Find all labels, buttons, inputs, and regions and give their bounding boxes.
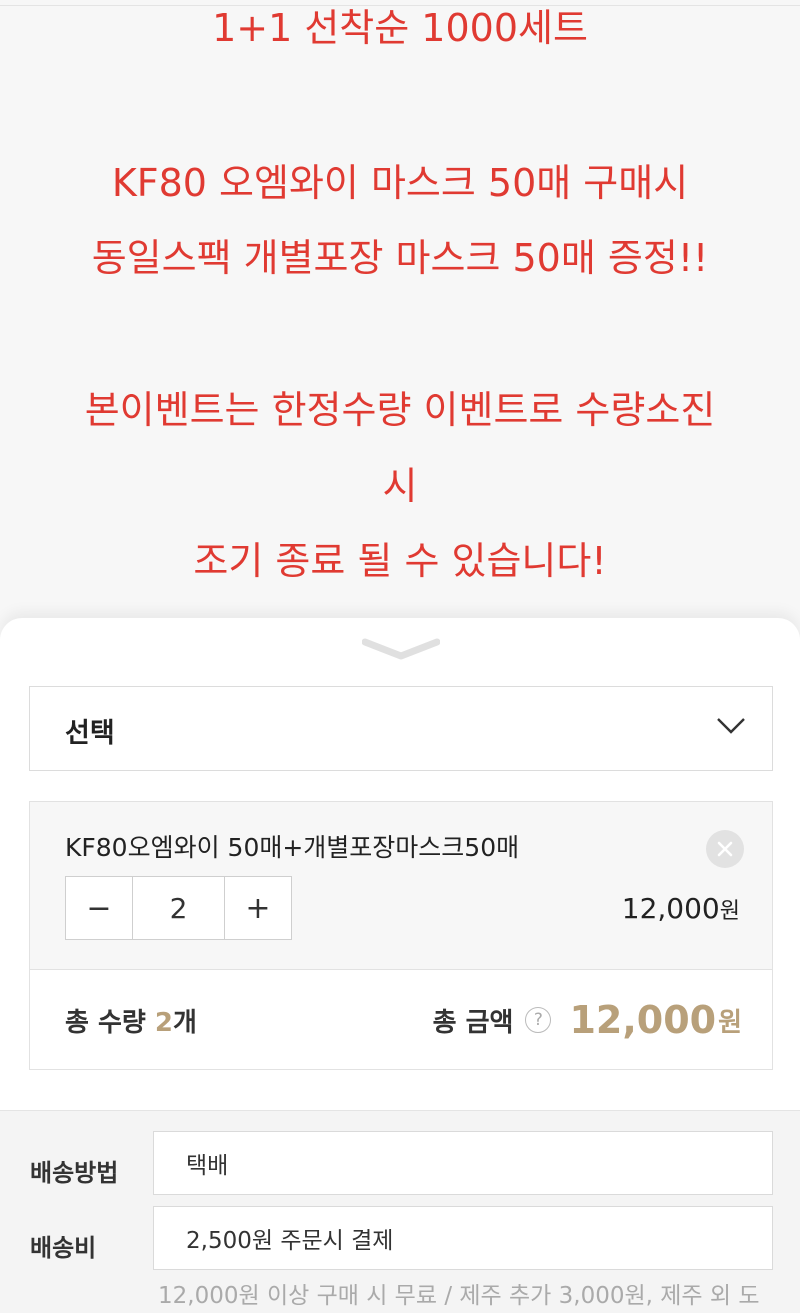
item-price-value: 12,000 [621, 892, 720, 925]
shipping-method-field[interactable]: 택배 [153, 1131, 773, 1195]
help-icon[interactable]: ? [525, 1007, 552, 1033]
chevron-down-icon [717, 718, 745, 734]
total-quantity-label: 총 수량 [65, 1008, 155, 1038]
total-amount-value: 12,000 [569, 998, 717, 1042]
item-price: 12,000원 [622, 892, 740, 925]
increase-button[interactable]: + [225, 877, 291, 939]
total-amount-unit: 원 [718, 1007, 742, 1038]
shipping-method-label: 배송방법 [30, 1159, 119, 1187]
total-amount: 총 금액 ? 12,000 원 [433, 990, 742, 1050]
item-name: KF80오엠와이 50매+개별포장마스크50매 [65, 833, 520, 862]
promo-line-2: KF80 오엠와이 마스크 50매 구매시 [111, 161, 689, 205]
quantity-input[interactable]: 2 [132, 877, 225, 939]
shipping-fee-note: 12,000원 이상 구매 시 무료 / 제주 추가 3,000원, 제주 외 … [158, 1283, 760, 1309]
collapse-handle-icon[interactable] [362, 636, 440, 662]
purchase-bottom-sheet: 선택 KF80오엠와이 50매+개별포장마스크50매 − 2 + 12,000원… [0, 618, 800, 1313]
promo-banner: 1+1 선착순 1000세트 KF80 오엠와이 마스크 50매 구매시 동일스… [0, 0, 800, 640]
close-icon [717, 841, 733, 857]
promo-line-4: 본이벤트는 한정수량 이벤트로 수량소진 [84, 388, 716, 432]
option-select[interactable]: 선택 [29, 686, 773, 771]
total-quantity-unit: 개 [172, 1008, 197, 1038]
quantity-stepper: − 2 + [65, 876, 292, 940]
promo-line-3: 동일스팩 개별포장 마스크 50매 증정!! [91, 236, 709, 280]
total-amount-label: 총 금액 [432, 1007, 514, 1038]
option-select-label: 선택 [65, 718, 115, 749]
shipping-fee-label: 배송비 [30, 1234, 97, 1262]
shipping-info: 배송방법 택배 배송비 2,500원 주문시 결제 12,000원 이상 구매 … [0, 1110, 800, 1313]
shipping-fee-field: 2,500원 주문시 결제 [153, 1206, 773, 1270]
selected-option-item: KF80오엠와이 50매+개별포장마스크50매 − 2 + 12,000원 [29, 801, 773, 969]
remove-item-button[interactable] [706, 830, 744, 868]
decrease-button[interactable]: − [66, 877, 132, 939]
order-summary: 총 수량 2개 총 금액 ? 12,000 원 [29, 969, 773, 1070]
item-price-unit: 원 [719, 899, 740, 924]
promo-line-5: 시 [382, 464, 418, 508]
total-quantity-value: 2 [154, 1008, 173, 1038]
promo-line-6: 조기 종료 될 수 있습니다! [193, 539, 607, 583]
promo-line-1: 1+1 선착순 1000세트 [212, 6, 588, 50]
total-quantity: 총 수량 2개 [65, 1002, 197, 1039]
